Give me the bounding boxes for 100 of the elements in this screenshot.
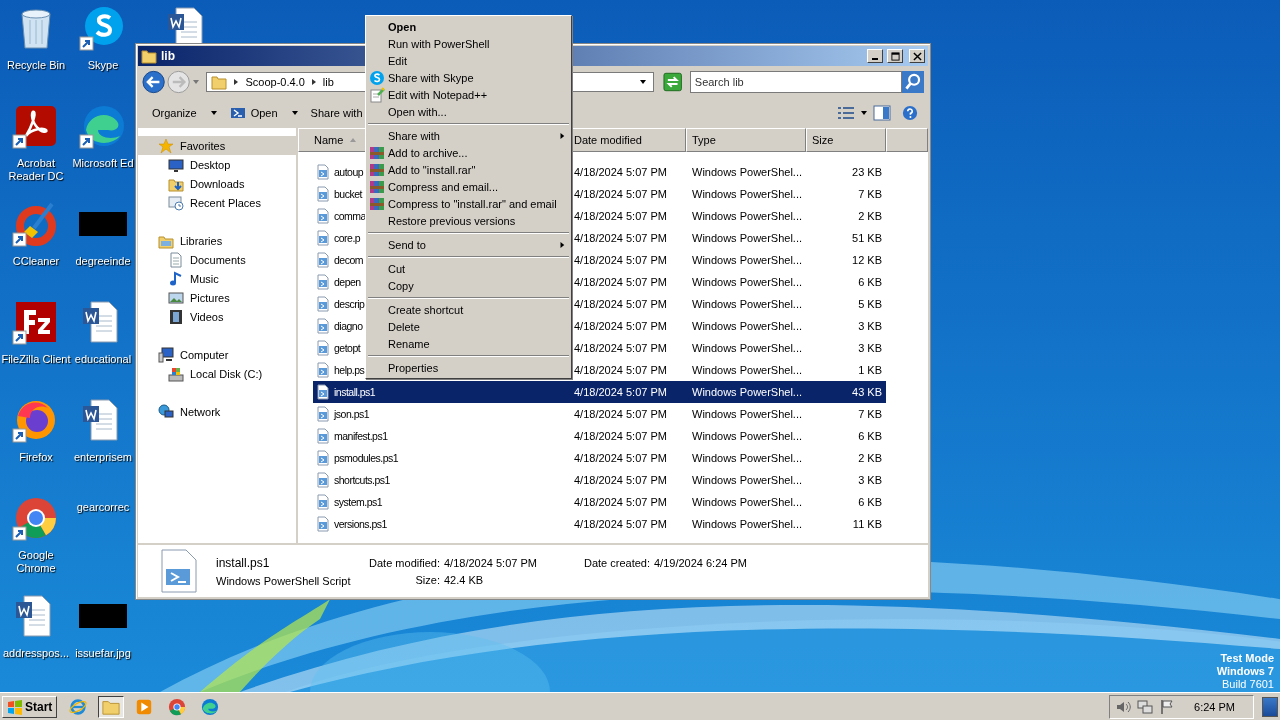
close-button[interactable] bbox=[909, 49, 925, 63]
menu-item[interactable]: Rename bbox=[366, 335, 571, 352]
file-name[interactable]: decom bbox=[334, 254, 363, 266]
menu-item[interactable]: Run with PowerShell bbox=[366, 35, 571, 52]
maximize-button[interactable] bbox=[887, 49, 903, 63]
column-header[interactable]: Type bbox=[686, 128, 806, 152]
toolbar-button[interactable]: Open bbox=[223, 102, 305, 124]
file-name[interactable]: versions.ps1 bbox=[334, 518, 387, 530]
file-name[interactable]: install.ps1 bbox=[334, 386, 376, 398]
preview-pane-icon[interactable] bbox=[873, 105, 891, 121]
column-header[interactable]: Size bbox=[806, 128, 886, 152]
table-cell-text: Windows PowerShel... bbox=[691, 232, 804, 244]
menu-item[interactable]: Copy bbox=[366, 277, 571, 294]
refresh-button[interactable] bbox=[663, 72, 683, 92]
nav-item[interactable]: Pictures bbox=[138, 288, 296, 307]
desktop-icon-label[interactable]: enterprisem bbox=[73, 451, 133, 464]
file-name[interactable]: getopt bbox=[334, 342, 361, 354]
nav-item[interactable]: Network bbox=[138, 402, 296, 421]
table-cell-text: Windows PowerShel... bbox=[691, 342, 804, 354]
menu-item[interactable]: Send to bbox=[366, 236, 571, 253]
books-stack-icon bbox=[369, 195, 385, 212]
file-name[interactable]: psmodules.ps1 bbox=[334, 452, 399, 464]
folder-icon[interactable] bbox=[98, 695, 125, 718]
toolbar-button[interactable]: Organize bbox=[146, 104, 224, 122]
desktop-icon-label[interactable]: addresspos... bbox=[1, 647, 71, 660]
menu-item[interactable]: Edit with Notepad++ bbox=[366, 86, 571, 103]
show-desktop-button[interactable] bbox=[1262, 696, 1278, 717]
caret-icon[interactable] bbox=[309, 78, 318, 86]
toolbar-button[interactable]: Share with bbox=[304, 104, 369, 122]
file-name[interactable]: manifest.ps1 bbox=[334, 430, 388, 442]
menu-item[interactable]: Compress to "install.rar" and email bbox=[366, 195, 571, 212]
help-icon[interactable] bbox=[901, 105, 919, 121]
desktop-icon-label[interactable]: Acrobat Reader DC bbox=[1, 157, 71, 183]
desktop-icon-label[interactable]: issuefar.jpg bbox=[75, 647, 131, 660]
column-header[interactable] bbox=[886, 128, 928, 152]
file-name[interactable]: json.ps1 bbox=[334, 408, 370, 420]
desktop-icon-label[interactable]: Firefox bbox=[1, 451, 71, 464]
table-cell-text: Windows PowerShel... bbox=[691, 276, 804, 288]
menu-item[interactable]: Add to "install.rar" bbox=[366, 161, 571, 178]
view-caret-icon[interactable] bbox=[860, 109, 868, 117]
file-name[interactable]: shortcuts.ps1 bbox=[334, 474, 390, 486]
nav-item[interactable]: Libraries bbox=[138, 231, 296, 250]
file-name[interactable]: bucket bbox=[334, 188, 362, 200]
menu-item[interactable]: Open bbox=[366, 18, 571, 35]
table-cell-text: 4/18/2024 5:07 PM bbox=[573, 496, 668, 508]
menu-item[interactable]: Compress and email... bbox=[366, 178, 571, 195]
desktop-icon-label[interactable]: FileZilla Client bbox=[1, 353, 71, 366]
search-field[interactable]: Search lib bbox=[689, 71, 902, 93]
flag-icon[interactable] bbox=[1159, 698, 1176, 715]
file-name[interactable]: help.ps bbox=[334, 364, 365, 376]
menu-item[interactable]: Add to archive... bbox=[366, 144, 571, 161]
nav-item[interactable]: Music bbox=[138, 269, 296, 288]
desktop-icon-label[interactable]: Microsoft Ed bbox=[72, 157, 134, 170]
menu-item[interactable]: Properties bbox=[366, 359, 571, 376]
breadcrumb[interactable]: lib bbox=[322, 76, 334, 88]
hard-disk-icon bbox=[168, 365, 184, 382]
search-icon[interactable] bbox=[902, 71, 924, 93]
view-list-icon[interactable] bbox=[837, 105, 855, 121]
nav-item[interactable]: Local Disk (C:) bbox=[138, 364, 296, 383]
nav-item[interactable]: Documents bbox=[138, 250, 296, 269]
folder-icon bbox=[141, 48, 157, 64]
network-icon[interactable] bbox=[1137, 698, 1154, 715]
nav-item[interactable]: Recent Places bbox=[138, 193, 296, 212]
breadcrumb[interactable]: Scoop-0.4.0 bbox=[245, 76, 305, 88]
nav-item[interactable]: Downloads bbox=[138, 174, 296, 193]
file-name[interactable]: core.p bbox=[334, 232, 361, 244]
file-name[interactable]: diagno bbox=[334, 320, 363, 332]
menu-item[interactable]: Share with Skype bbox=[366, 69, 571, 86]
desktop-icon-label[interactable]: educational bbox=[74, 353, 132, 366]
table-cell-text: Windows PowerShel... bbox=[691, 452, 804, 464]
file-name[interactable]: system.ps1 bbox=[334, 496, 383, 508]
nav-item[interactable]: Favorites bbox=[138, 136, 296, 155]
window-title: lib bbox=[161, 49, 175, 63]
minimize-button[interactable] bbox=[867, 49, 883, 63]
menu-item[interactable]: Restore previous versions bbox=[366, 212, 571, 229]
desktop-icon-label[interactable]: Skype bbox=[87, 59, 119, 72]
nav-item[interactable]: Videos bbox=[138, 307, 296, 326]
file-name[interactable]: autoup bbox=[334, 166, 364, 178]
desktop-icon-label[interactable]: Recycle Bin bbox=[1, 59, 71, 72]
menu-item[interactable]: Open with... bbox=[366, 103, 571, 120]
dropdown-caret-icon[interactable] bbox=[639, 78, 648, 86]
file-name[interactable]: descrip bbox=[334, 298, 365, 310]
menu-item[interactable]: Delete bbox=[366, 318, 571, 335]
desktop-icon-label[interactable]: CCleaner bbox=[1, 255, 71, 268]
start-button[interactable]: Start bbox=[2, 695, 58, 718]
desktop-icon-label[interactable]: gearcorrec bbox=[76, 501, 130, 514]
nav-item[interactable]: Computer bbox=[138, 345, 296, 364]
desktop-icon-label[interactable]: degreeinde bbox=[75, 255, 131, 268]
table-cell-text: 4/18/2024 5:07 PM bbox=[573, 474, 668, 486]
menu-item[interactable]: Edit bbox=[366, 52, 571, 69]
back-button[interactable] bbox=[142, 70, 166, 94]
menu-item[interactable]: Share with bbox=[366, 127, 571, 144]
file-name[interactable]: depen bbox=[334, 276, 361, 288]
file-name[interactable]: comma bbox=[334, 210, 366, 222]
desktop-icon-label[interactable]: Google Chrome bbox=[1, 549, 71, 575]
menu-item[interactable]: Cut bbox=[366, 260, 571, 277]
menu-item[interactable]: Create shortcut bbox=[366, 301, 571, 318]
clock[interactable]: 6:24 PM bbox=[1194, 700, 1235, 713]
history-caret-icon[interactable] bbox=[192, 78, 201, 86]
nav-item[interactable]: Desktop bbox=[138, 155, 296, 174]
